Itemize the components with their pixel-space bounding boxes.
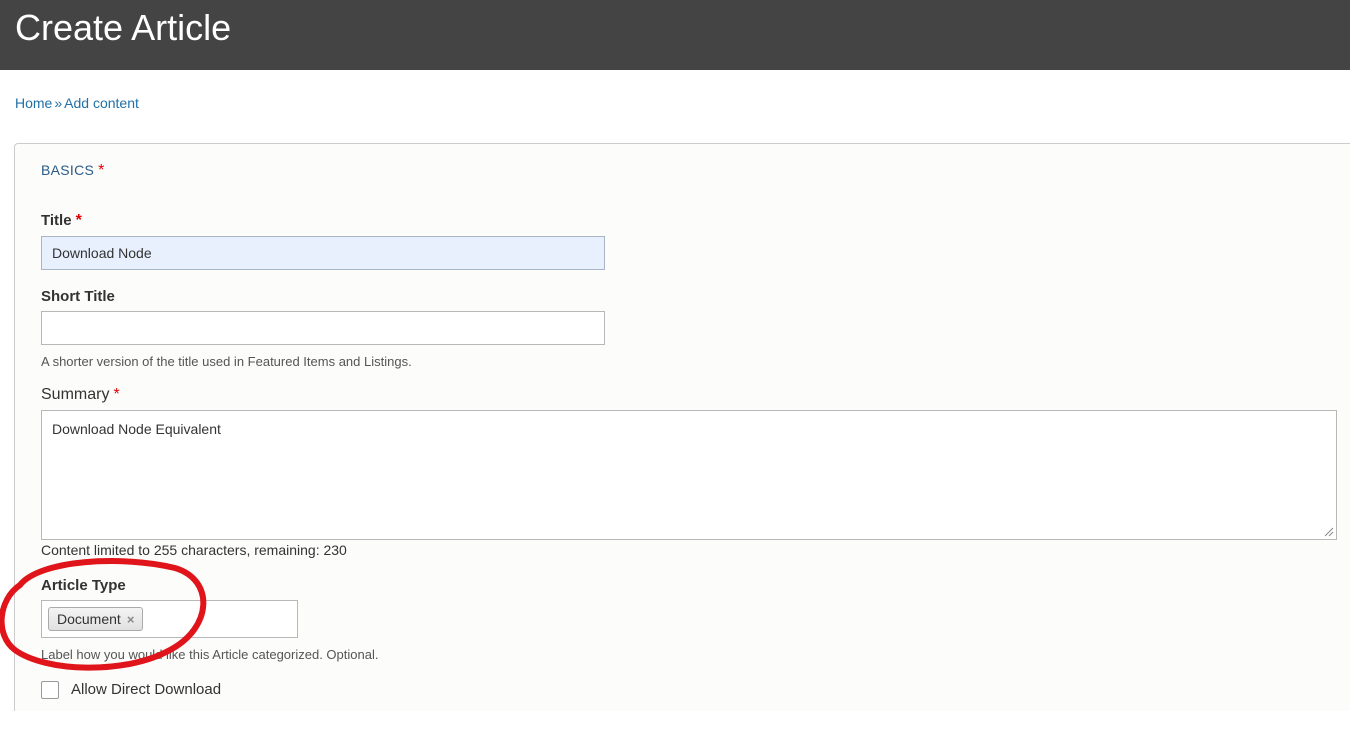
article-type-label: Article Type (41, 577, 126, 594)
tag-chip-label: Document (57, 611, 121, 627)
title-input[interactable]: Download Node (41, 236, 605, 270)
short-title-help: A shorter version of the title used in F… (41, 354, 412, 369)
title-label: Title * (41, 212, 82, 230)
breadcrumb-home-link[interactable]: Home (15, 95, 52, 111)
allow-direct-download-label[interactable]: Allow Direct Download (71, 681, 221, 698)
summary-label-text: Summary (41, 386, 110, 403)
page-header: Create Article (0, 0, 1350, 70)
article-type-help: Label how you would like this Article ca… (41, 647, 379, 662)
resize-grip-icon[interactable] (1324, 527, 1334, 537)
required-marker: * (75, 212, 82, 229)
short-title-input[interactable] (41, 311, 605, 345)
summary-char-counter: Content limited to 255 characters, remai… (41, 542, 347, 558)
section-legend-text: BASICS (41, 162, 95, 178)
allow-direct-download-checkbox[interactable] (41, 681, 59, 699)
required-marker: * (113, 386, 120, 403)
section-legend: BASICS * (41, 162, 105, 180)
basics-fieldset: BASICS * Title * Download Node Short Title… (14, 143, 1350, 711)
summary-textarea[interactable]: Download Node Equivalent (41, 410, 1337, 540)
remove-tag-icon[interactable]: × (127, 612, 135, 627)
page-title: Create Article (15, 7, 232, 48)
article-type-tag-input[interactable]: Document × (41, 600, 298, 638)
tag-chip-document: Document × (48, 607, 144, 631)
short-title-label: Short Title (41, 288, 115, 305)
summary-label: Summary * (41, 386, 120, 404)
title-input-value: Download Node (52, 245, 152, 261)
breadcrumb: Home» Add content (15, 95, 139, 111)
title-label-text: Title (41, 212, 72, 229)
breadcrumb-add-content-link[interactable]: Add content (64, 95, 139, 111)
breadcrumb-separator: » (54, 95, 63, 111)
required-marker: * (98, 162, 105, 179)
summary-textarea-value: Download Node Equivalent (52, 421, 221, 437)
